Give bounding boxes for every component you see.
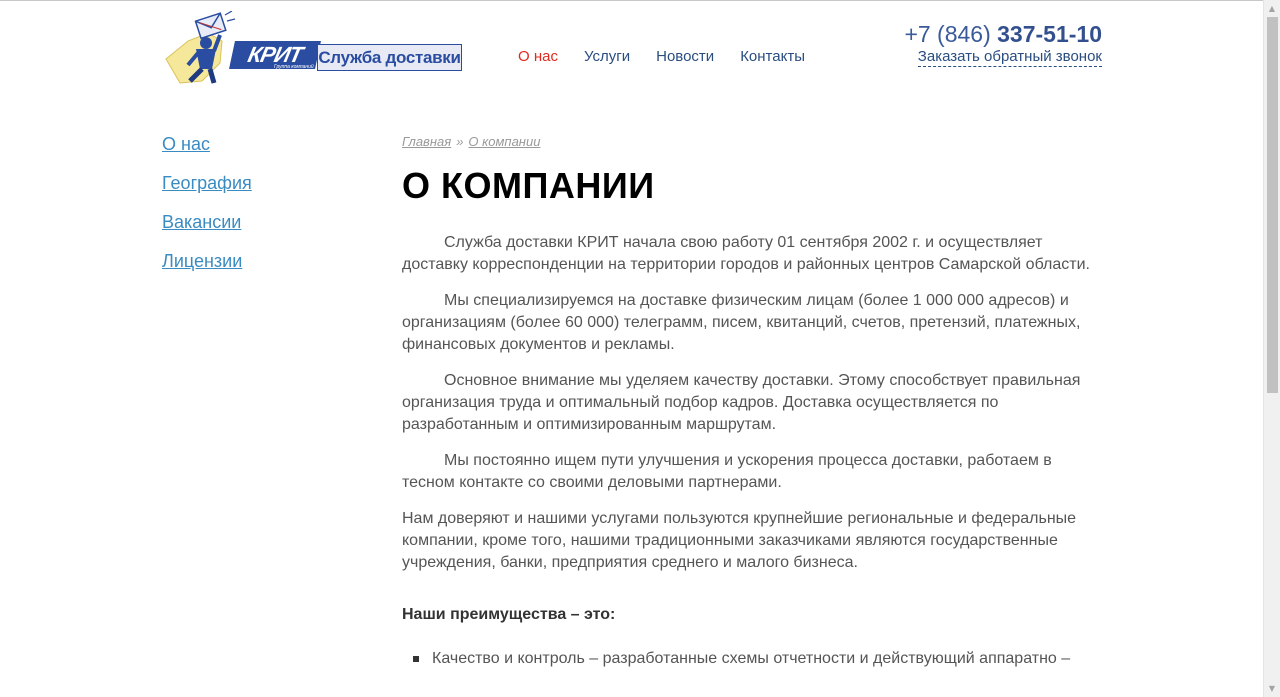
- breadcrumb-separator: »: [456, 134, 464, 149]
- nav-item-contacts[interactable]: Контакты: [740, 48, 805, 65]
- advantage-text: Качество и контроль – разработанные схем…: [432, 650, 1071, 667]
- header-phone: +7 (846) 337-51-10: [904, 21, 1102, 48]
- list-item: Качество и контроль – разработанные схем…: [402, 648, 1102, 670]
- sidebar-item-vacancies[interactable]: Вакансии: [162, 211, 252, 233]
- paragraph-intro: Служба доставки КРИТ начала свою работу …: [402, 234, 1090, 273]
- main-content: Главная » О компании О КОМПАНИИ Служба дос…: [402, 134, 1102, 670]
- nav-item-about[interactable]: О нас: [518, 48, 558, 65]
- breadcrumb-home[interactable]: Главная: [402, 134, 451, 149]
- scroll-up-arrow-icon[interactable]: ▲: [1264, 0, 1280, 17]
- phone-prefix: +7 (846): [904, 21, 991, 47]
- page: КРИТ Группа компаний Служба доставки О н…: [0, 1, 1263, 697]
- scroll-down-arrow-icon[interactable]: ▼: [1264, 680, 1280, 697]
- paragraph-improvement: Мы постоянно ищем пути улучшения и ускор…: [402, 452, 1052, 491]
- vertical-scrollbar[interactable]: ▲ ▼: [1263, 0, 1280, 697]
- page-title: О КОМПАНИИ: [402, 165, 655, 206]
- callback-link[interactable]: Заказать обратный звонок: [917, 48, 1102, 67]
- paragraph-quality: Основное внимание мы уделяем качеству до…: [402, 372, 1081, 433]
- paragraph-clients: Нам доверяют и нашими услугами пользуютс…: [402, 510, 1077, 571]
- sidebar-item-licenses[interactable]: Лицензии: [162, 250, 252, 272]
- nav-item-services[interactable]: Услуги: [584, 48, 630, 65]
- logo-service-label: Служба доставки: [317, 44, 462, 71]
- advantages-heading: Наши преимущества – это:: [402, 606, 616, 623]
- sidebar-menu: О нас География Вакансии Лицензии: [162, 133, 252, 289]
- logo-brand-sub: Группа компаний: [274, 64, 314, 70]
- paragraph-specialization: Мы специализируемся на доставке физическ…: [402, 292, 1081, 353]
- sidebar-item-geography[interactable]: География: [162, 172, 252, 194]
- sidebar-item-about[interactable]: О нас: [162, 133, 252, 155]
- main-nav: О нас Услуги Новости Контакты: [518, 48, 831, 65]
- advantages-list: Качество и контроль – разработанные схем…: [402, 648, 1102, 670]
- scroll-thumb[interactable]: [1267, 17, 1278, 393]
- nav-item-news[interactable]: Новости: [656, 48, 714, 65]
- bullet-icon: [413, 656, 419, 662]
- breadcrumb-current[interactable]: О компании: [468, 134, 540, 149]
- site-logo[interactable]: КРИТ Группа компаний Служба доставки: [162, 11, 464, 85]
- phone-number: 337-51-10: [997, 21, 1102, 47]
- breadcrumb: Главная » О компании: [402, 134, 1102, 149]
